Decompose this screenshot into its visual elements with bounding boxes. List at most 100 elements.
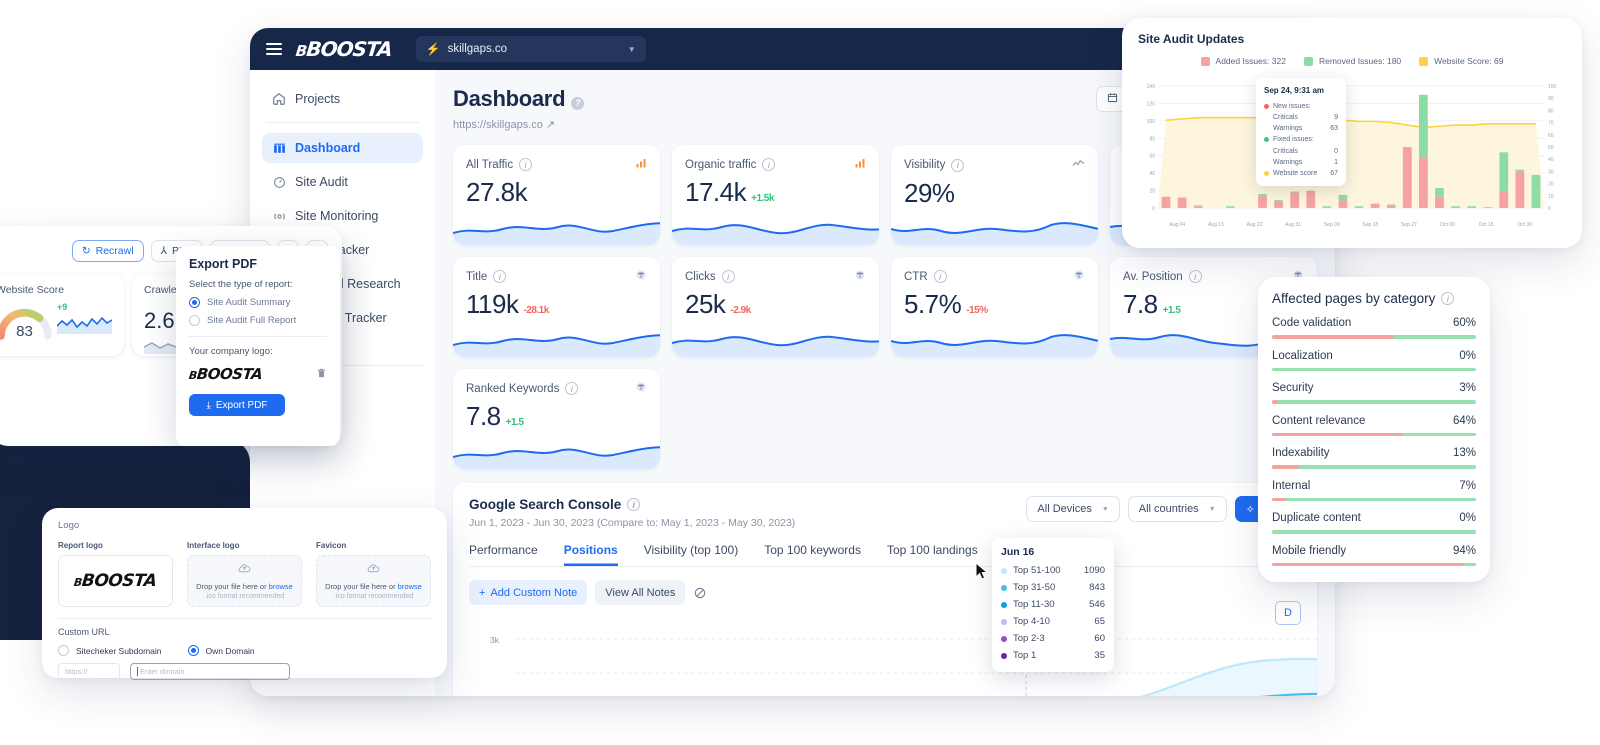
affected-category-row[interactable]: Duplicate content0% — [1272, 512, 1476, 534]
affected-category-row[interactable]: Localization0% — [1272, 350, 1476, 372]
category-progress-bar — [1272, 498, 1476, 502]
metric-sparkline — [453, 323, 660, 357]
metric-card-visibility[interactable]: Visibilityi29% — [891, 145, 1098, 245]
tab-visibility-top-100-[interactable]: Visibility (top 100) — [644, 543, 739, 566]
protocol-input[interactable]: https:// — [58, 663, 120, 680]
favicon-dropzone[interactable]: Drop your file here or browse .ico forma… — [316, 555, 431, 607]
info-icon[interactable]: i — [627, 498, 640, 511]
bar-added — [1532, 207, 1541, 208]
browse-link[interactable]: browse — [269, 582, 293, 591]
site-audit-tooltip: Sep 24, 9:31 am New issues:Criticals9War… — [1256, 78, 1346, 186]
legend-item[interactable]: Added Issues: 322 — [1201, 56, 1286, 66]
radio-indicator — [189, 315, 200, 326]
category-progress-bar — [1272, 400, 1476, 404]
radio-site-audit-full-report[interactable]: Site Audit Full Report — [189, 315, 327, 326]
bar-removed — [1532, 175, 1541, 207]
tooltip-label: New issues: — [1273, 101, 1311, 112]
metric-card-ctr[interactable]: CTRi5.7%-15% — [891, 257, 1098, 357]
category-name: Indexability — [1272, 447, 1330, 459]
metric-card-clicks[interactable]: Clicksi25k-2.9k — [672, 257, 879, 357]
radio-sitecheker-subdomain[interactable]: Sitecheker Subdomain — [58, 645, 162, 656]
info-icon[interactable]: i — [493, 270, 506, 283]
tooltip-value: 63 — [1330, 123, 1338, 134]
metric-card-title[interactable]: Titlei119k-28.1k — [453, 257, 660, 357]
radio-label: Sitecheker Subdomain — [76, 646, 162, 656]
series-dot — [1001, 619, 1007, 625]
mouse-cursor-icon — [975, 562, 989, 580]
tooltip-date: Jun 16 — [1001, 546, 1105, 558]
chevron-down-icon: ▼ — [1209, 506, 1216, 513]
metric-card-all-traffic[interactable]: All Traffici27.8k — [453, 145, 660, 245]
metric-header: All Traffici — [466, 157, 647, 172]
day-granularity-button[interactable]: D — [1275, 601, 1301, 625]
sidebar-item-projects[interactable]: Projects — [262, 84, 423, 114]
affected-category-row[interactable]: Internal7% — [1272, 480, 1476, 502]
column-label: Report logo — [58, 541, 173, 550]
menu-icon[interactable] — [266, 43, 282, 55]
metric-delta: +1.5 — [1163, 305, 1181, 316]
series-dot — [1001, 568, 1007, 574]
info-icon[interactable]: i — [722, 270, 735, 283]
metric-header: Visibilityi — [904, 157, 1085, 173]
chevron-down-icon: ▼ — [1102, 506, 1109, 513]
sidebar-item-dashboard[interactable]: Dashboard — [262, 133, 423, 163]
tooltip-label: Criticals — [1273, 146, 1298, 157]
export-pdf-submit-button[interactable]: ⤓ Export PDF — [189, 394, 285, 416]
add-custom-note-button[interactable]: + Add Custom Note — [469, 580, 587, 605]
legend-item[interactable]: Website Score: 69 — [1419, 56, 1503, 66]
affected-category-row[interactable]: Code validation60% — [1272, 317, 1476, 339]
affected-category-row[interactable]: Mobile friendly94% — [1272, 545, 1476, 567]
info-icon[interactable]: i — [934, 270, 947, 283]
info-icon[interactable]: i — [951, 159, 964, 172]
trash-icon[interactable] — [316, 367, 327, 382]
category-progress-bar — [1272, 335, 1476, 339]
tab-positions[interactable]: Positions — [564, 543, 618, 566]
site-selector-value: skillgaps.co — [448, 43, 507, 55]
tooltip-date: Sep 24, 9:31 am — [1264, 85, 1338, 98]
interface-logo-dropzone[interactable]: Drop your file here or browse .ico forma… — [187, 555, 302, 607]
category-percent: 0% — [1459, 512, 1476, 524]
affected-category-row[interactable]: Indexability13% — [1272, 447, 1476, 469]
metric-card-organic-traffic[interactable]: Organic traffici17.4k+1.5k — [672, 145, 879, 245]
recrawl-button[interactable]: ↻ Recrawl — [72, 240, 144, 262]
legend-item[interactable]: Removed Issues: 180 — [1304, 56, 1401, 66]
browse-link[interactable]: browse — [398, 582, 422, 591]
radio-own-domain[interactable]: Own Domain — [188, 645, 255, 656]
line-chart-icon — [1072, 157, 1085, 173]
category-name: Code validation — [1272, 317, 1351, 329]
series-value: 1090 — [1084, 565, 1105, 576]
device-filter[interactable]: All Devices▼ — [1026, 496, 1119, 522]
info-icon[interactable]: i — [1441, 292, 1454, 305]
tooltip-row: Top 11-30546 — [1001, 596, 1105, 613]
country-filter[interactable]: All countries▼ — [1128, 496, 1227, 522]
affected-category-row[interactable]: Security3% — [1272, 382, 1476, 404]
site-selector[interactable]: ⚡ skillgaps.co ▼ — [416, 36, 646, 62]
tab-top-100-landings[interactable]: Top 100 landings — [887, 543, 978, 566]
info-icon[interactable]: i — [565, 382, 578, 395]
metric-header: Ranked Keywordsi — [466, 381, 647, 396]
metric-card-ranked-keywords[interactable]: Ranked Keywordsi7.8+1.5 — [453, 369, 660, 469]
tab-performance[interactable]: Performance — [469, 543, 538, 566]
radio-site-audit-summary[interactable]: Site Audit Summary — [189, 297, 327, 308]
metric-label: CTR — [904, 271, 928, 283]
page-url[interactable]: https://skillgaps.co ↗ — [453, 118, 584, 131]
category-progress-bar — [1272, 563, 1476, 567]
metric-header: CTR i — [904, 269, 1085, 284]
view-all-notes-button[interactable]: View All Notes — [595, 580, 685, 605]
tab-top-100-keywords[interactable]: Top 100 keywords — [764, 543, 861, 566]
tooltip-dot — [1264, 137, 1269, 142]
info-icon[interactable]: i — [762, 158, 775, 171]
metric-value-row: 17.4k+1.5k — [685, 177, 866, 208]
report-logo-preview[interactable]: BBOOSTA — [58, 555, 173, 607]
sidebar-item-site-audit[interactable]: Site Audit — [262, 167, 423, 197]
tooltip-label: Warnings — [1273, 157, 1302, 168]
report-logo-column: Report logo BBOOSTA — [58, 541, 173, 607]
category-progress-bar — [1272, 433, 1476, 437]
eye-off-icon[interactable] — [693, 586, 707, 600]
affected-category-row[interactable]: Content relevance64% — [1272, 415, 1476, 437]
info-icon[interactable]: i — [1189, 270, 1202, 283]
metric-sparkline — [891, 211, 1098, 245]
domain-input[interactable]: Enter domain — [130, 663, 290, 680]
info-icon[interactable]: i — [519, 158, 532, 171]
info-icon[interactable]: ? — [571, 97, 584, 110]
